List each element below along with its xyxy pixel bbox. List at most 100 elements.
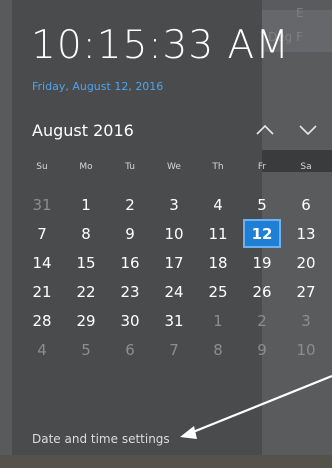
calendar-day-label: 16 [120, 253, 140, 272]
date-time-settings-link[interactable]: Date and time settings [32, 432, 170, 446]
calendar-day-grid: 31 1 2 3 4 5 6 7 8 9 10 11 12 13 14 15 16 17 18 19 20 21 22 23 2… [20, 190, 328, 364]
calendar-day[interactable]: 26 [240, 277, 284, 306]
calendar-day-label: 10 [164, 224, 184, 243]
calendar-day[interactable]: 1 [64, 190, 108, 219]
calendar-day-label: 17 [164, 253, 184, 272]
chevron-up-icon [256, 124, 274, 135]
calendar-day[interactable]: 9 [108, 219, 152, 248]
calendar-day[interactable]: 2 [108, 190, 152, 219]
calendar-day[interactable]: 5 [240, 190, 284, 219]
weekday-we: We [167, 162, 181, 172]
calendar-day-label: 24 [164, 282, 184, 301]
calendar-day-label: 23 [120, 282, 140, 301]
background-window-text-b: E [296, 6, 304, 20]
calendar-day[interactable]: 30 [108, 306, 152, 335]
calendar-day-label: 11 [208, 224, 228, 243]
calendar-day[interactable]: 24 [152, 277, 196, 306]
calendar-day[interactable]: 16 [108, 248, 152, 277]
calendar-day[interactable]: 23 [108, 277, 152, 306]
chevron-down-icon [299, 125, 317, 136]
calendar-day[interactable]: 20 [284, 248, 328, 277]
calendar-day-label: 13 [296, 224, 316, 243]
calendar-day-label: 7 [37, 224, 47, 243]
calendar-day[interactable]: 22 [64, 277, 108, 306]
calendar-day-today[interactable]: 12 [240, 219, 284, 248]
taskbar-strip [0, 455, 332, 468]
calendar-day[interactable]: 6 [284, 190, 328, 219]
calendar-day-label: 26 [252, 282, 272, 301]
calendar-day-label: 10 [296, 340, 316, 359]
calendar-day[interactable]: 8 [196, 335, 240, 364]
calendar-day-label: 20 [296, 253, 316, 272]
calendar-day-label: 12 [251, 224, 273, 243]
calendar-day[interactable]: 18 [196, 248, 240, 277]
calendar-day-label: 19 [252, 253, 272, 272]
month-title[interactable]: August 2016 [32, 121, 134, 140]
calendar-day-label: 5 [81, 340, 91, 359]
weekday-header: Su Mo Tu We Th Fr Sa [20, 162, 328, 176]
calendar-day[interactable]: 5 [64, 335, 108, 364]
calendar-day-label: 22 [76, 282, 96, 301]
calendar-day-label: 6 [125, 340, 135, 359]
calendar-day-label: 6 [301, 195, 311, 214]
calendar-day-label: 2 [125, 195, 135, 214]
calendar-day-label: 30 [120, 311, 140, 330]
calendar-day-label: 4 [213, 195, 223, 214]
calendar-day[interactable]: 27 [284, 277, 328, 306]
calendar-day-label: 27 [296, 282, 316, 301]
calendar-day-label: 18 [208, 253, 228, 272]
calendar-day[interactable]: 2 [240, 306, 284, 335]
calendar-day[interactable]: 28 [20, 306, 64, 335]
calendar-day-label: 31 [32, 195, 52, 214]
calendar-day-label: 15 [76, 253, 96, 272]
calendar-day[interactable]: 19 [240, 248, 284, 277]
calendar-day[interactable]: 13 [284, 219, 328, 248]
calendar-day[interactable]: 15 [64, 248, 108, 277]
calendar-day[interactable]: 4 [196, 190, 240, 219]
calendar-day[interactable]: 10 [152, 219, 196, 248]
calendar-day-label: 9 [257, 340, 267, 359]
calendar-day-label: 28 [32, 311, 52, 330]
weekday-sa: Sa [300, 162, 312, 172]
calendar-day[interactable]: 14 [20, 248, 64, 277]
calendar-day[interactable]: 31 [20, 190, 64, 219]
weekday-tu: Tu [125, 162, 135, 172]
calendar-day[interactable]: 7 [20, 219, 64, 248]
calendar-day[interactable]: 7 [152, 335, 196, 364]
calendar-day-label: 8 [213, 340, 223, 359]
calendar-day-label: 5 [257, 195, 267, 214]
calendar-day-label: 7 [169, 340, 179, 359]
weekday-fr: Fr [257, 162, 267, 172]
weekday-mo: Mo [79, 162, 93, 172]
calendar-day-label: 3 [301, 311, 311, 330]
weekday-su: Su [36, 162, 48, 172]
calendar-day-label: 4 [37, 340, 47, 359]
calendar-day[interactable]: 21 [20, 277, 64, 306]
weekday-th: Th [212, 162, 224, 172]
calendar-day[interactable]: 25 [196, 277, 240, 306]
calendar-day-label: 31 [164, 311, 184, 330]
calendar-day[interactable]: 31 [152, 306, 196, 335]
calendar-day-label: 14 [32, 253, 52, 272]
clock-calendar-flyout: E Deg F 10:15:33 AM Friday, August 12, 2… [0, 0, 332, 468]
calendar-day[interactable]: 10 [284, 335, 328, 364]
calendar-day[interactable]: 9 [240, 335, 284, 364]
calendar-day-label: 25 [208, 282, 228, 301]
calendar-day[interactable]: 1 [196, 306, 240, 335]
calendar-day[interactable]: 17 [152, 248, 196, 277]
previous-month-button[interactable] [251, 118, 279, 142]
calendar-day[interactable]: 3 [152, 190, 196, 219]
calendar-day-label: 8 [81, 224, 91, 243]
calendar-day-label: 29 [76, 311, 96, 330]
calendar-day[interactable]: 4 [20, 335, 64, 364]
calendar-day-label: 21 [32, 282, 52, 301]
calendar-day[interactable]: 8 [64, 219, 108, 248]
clock-time: 10:15:33 AM [31, 23, 290, 68]
date-link[interactable]: Friday, August 12, 2016 [32, 80, 163, 93]
next-month-button[interactable] [294, 118, 322, 142]
calendar-day-label: 1 [81, 195, 91, 214]
calendar-day[interactable]: 11 [196, 219, 240, 248]
calendar-day[interactable]: 6 [108, 335, 152, 364]
calendar-day[interactable]: 29 [64, 306, 108, 335]
calendar-day[interactable]: 3 [284, 306, 328, 335]
